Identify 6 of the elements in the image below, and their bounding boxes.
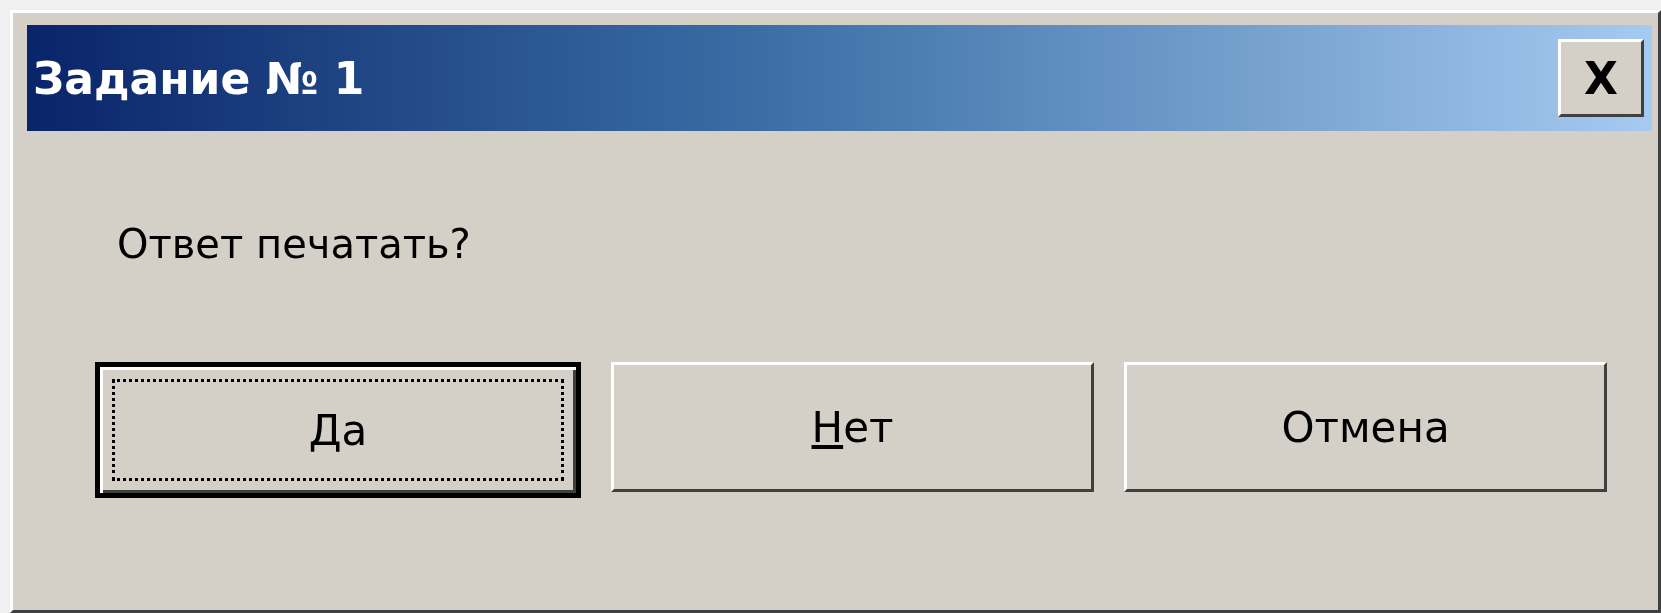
window-title: Задание № 1 (33, 52, 365, 104)
dialog-button[interactable]: Отмена (1124, 362, 1607, 492)
message-text: Ответ печатать? (117, 221, 472, 267)
dialog-button[interactable]: Нет (611, 362, 1094, 492)
close-button[interactable]: X (1558, 39, 1644, 117)
dialog-button[interactable]: Да (95, 362, 581, 498)
